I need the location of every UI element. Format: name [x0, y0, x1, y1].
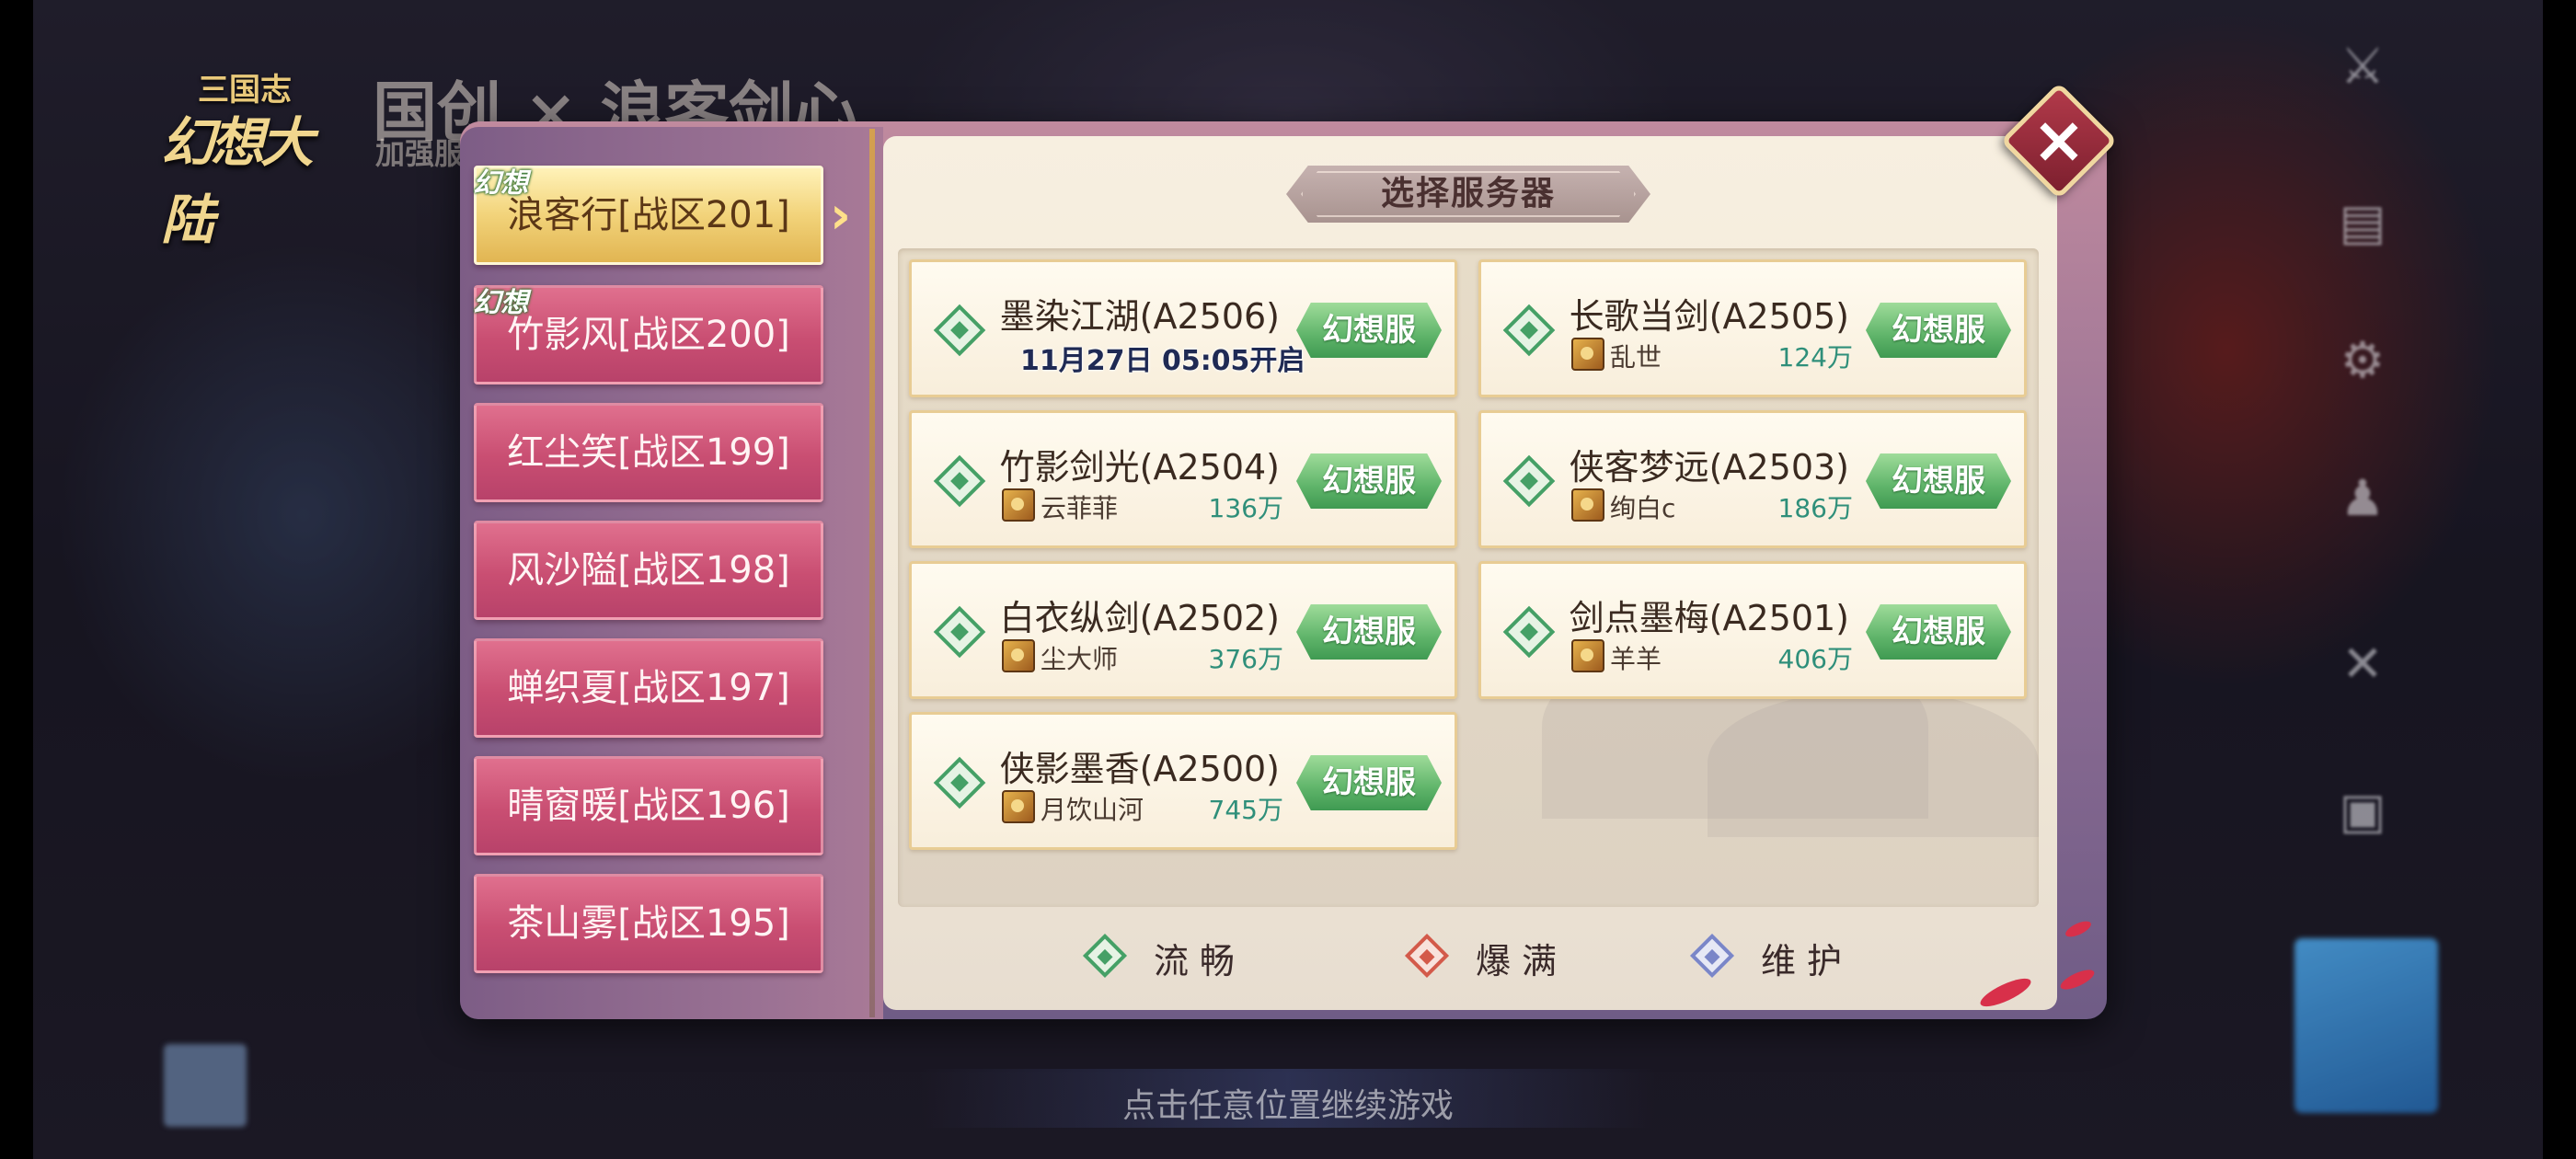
server-card[interactable]: 长歌当剑(A2505) 乱世 124万 幻想服 — [1478, 259, 2027, 397]
server-player: 月饮山河 — [1041, 795, 1144, 825]
logo-main-text: 幻想大陆 — [161, 111, 314, 251]
sidebar-icon-4[interactable]: ♟ — [2328, 469, 2398, 534]
server-power: 136万 — [1208, 493, 1283, 523]
continue-hint[interactable]: 点击任意位置继续游戏 — [920, 1079, 1656, 1127]
server-mode-badge: 幻想服 — [1296, 755, 1442, 810]
server-open-time: 11月27日 05:05开启 — [1020, 345, 1305, 377]
server-player: 乱世 — [1610, 342, 1662, 373]
legend-smooth-label: 流畅 — [1154, 941, 1247, 981]
server-mode-badge: 幻想服 — [1296, 604, 1442, 660]
zone-tab-199[interactable]: 红尘笑[战区199] — [474, 403, 823, 502]
server-name: 侠影墨香(A2500) — [999, 749, 1280, 789]
collab-subtitle: 加强服 — [375, 136, 465, 171]
server-name: 侠客梦远(A2503) — [1569, 447, 1849, 488]
server-card[interactable]: 侠客梦远(A2503) 绚白c 186万 幻想服 — [1478, 410, 2027, 548]
zone-tab-197[interactable]: 蝉织夏[战区197] — [474, 638, 823, 738]
promo-card[interactable] — [2294, 938, 2438, 1113]
server-card[interactable]: 竹影剑光(A2504) 云菲菲 136万 幻想服 — [909, 410, 1457, 548]
zone-tab-198[interactable]: 风沙隘[战区198] — [474, 521, 823, 620]
bottom-avatar[interactable] — [164, 1044, 247, 1127]
server-name: 墨染江湖(A2506) — [999, 296, 1280, 337]
sidebar-icon-1[interactable]: ⚔ — [2328, 37, 2398, 101]
legend-maintenance-label: 维护 — [1761, 941, 1854, 981]
chevron-right-icon: › — [830, 186, 852, 246]
legend-full-label: 爆满 — [1476, 941, 1569, 981]
sidebar-icon-3[interactable]: ⚙ — [2328, 331, 2398, 396]
close-x-icon[interactable]: × — [2018, 99, 2100, 182]
sidebar-icon-5[interactable]: ✕ — [2328, 635, 2398, 699]
server-player: 绚白c — [1610, 493, 1676, 523]
server-power: 376万 — [1208, 644, 1283, 674]
server-player: 云菲菲 — [1041, 493, 1119, 523]
server-mode-badge: 幻想服 — [1866, 604, 2011, 660]
player-avatar-icon — [1571, 639, 1604, 672]
player-avatar-icon — [1002, 488, 1035, 522]
player-avatar-icon — [1571, 488, 1604, 522]
zone-tag-badge: 幻想 — [473, 287, 528, 319]
sidebar-icon-2[interactable]: ▤ — [2328, 193, 2398, 258]
server-name: 剑点墨梅(A2501) — [1569, 598, 1849, 638]
server-mode-badge: 幻想服 — [1296, 453, 1442, 509]
server-power: 186万 — [1777, 493, 1853, 523]
left-letterbox — [0, 0, 33, 1159]
right-letterbox — [2543, 0, 2576, 1159]
player-avatar-icon — [1002, 790, 1035, 823]
server-mode-badge: 幻想服 — [1866, 453, 2011, 509]
decor-mountain — [1708, 690, 2039, 837]
server-player: 羊羊 — [1610, 644, 1662, 674]
zone-tab-195[interactable]: 茶山雾[战区195] — [474, 874, 823, 973]
server-card[interactable]: 白衣纵剑(A2502) 尘大师 376万 幻想服 — [909, 561, 1457, 699]
player-avatar-icon — [1002, 639, 1035, 672]
game-logo: 三国志 幻想大陆 — [161, 64, 336, 251]
server-mode-badge: 幻想服 — [1296, 303, 1442, 358]
server-card[interactable]: 墨染江湖(A2506) 11月27日 05:05开启 幻想服 — [909, 259, 1457, 397]
server-power: 406万 — [1777, 644, 1853, 674]
server-card[interactable]: 剑点墨梅(A2501) 羊羊 406万 幻想服 — [1478, 561, 2027, 699]
sidebar-icon-6[interactable]: ▣ — [2328, 782, 2398, 846]
server-card[interactable]: 侠影墨香(A2500) 月饮山河 745万 幻想服 — [909, 712, 1457, 850]
panel-divider — [869, 129, 875, 1017]
zone-tag-badge: 幻想 — [473, 167, 528, 200]
player-avatar-icon — [1571, 338, 1604, 371]
server-player: 尘大师 — [1041, 644, 1119, 674]
server-name: 白衣纵剑(A2502) — [999, 598, 1280, 638]
dialog-title-frame — [1301, 171, 1636, 217]
zone-tab-196[interactable]: 晴窗暖[战区196] — [474, 756, 823, 855]
server-name: 竹影剑光(A2504) — [999, 447, 1280, 488]
server-power: 124万 — [1777, 342, 1853, 373]
server-mode-badge: 幻想服 — [1866, 303, 2011, 358]
server-power: 745万 — [1208, 795, 1283, 825]
server-name: 长歌当剑(A2505) — [1569, 296, 1849, 337]
